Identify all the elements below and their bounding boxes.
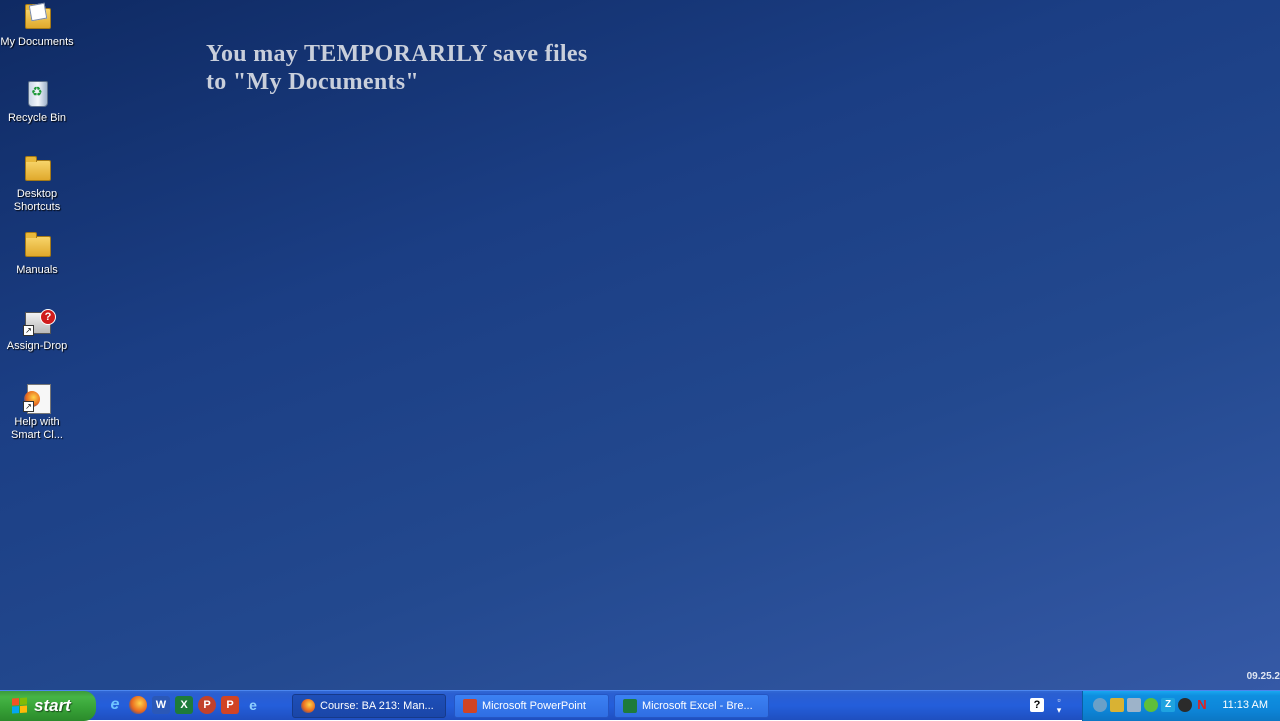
powerpoint-icon [463,699,477,713]
clock[interactable]: 11:13 AM [1222,699,1268,711]
start-label: start [34,696,71,715]
language-bar-icon[interactable]: ▫ ▾ [1052,695,1066,715]
network-icon[interactable] [1093,698,1107,712]
desktop-icon-assign-drop[interactable]: ↗ Assign-Drop [0,306,74,353]
folder-icon [21,154,53,186]
firefox-icon [301,699,315,713]
desktop: You may TEMPORARILY save files to "My Do… [0,0,1280,690]
n-app-icon[interactable]: N [1195,698,1209,712]
ie-icon[interactable]: e [244,696,262,714]
firefox-icon[interactable] [129,696,147,714]
desktop-icon-label: Assign-Drop [6,340,68,352]
date-stamp: 09.25.2 [1246,671,1280,682]
shortcut-arrow-icon: ↗ [23,325,34,336]
banner-line-1: You may TEMPORARILY save files [206,41,588,67]
desktop-icon-label: Smart Cl... [11,429,63,441]
z-app-icon[interactable]: Z [1161,698,1175,712]
task-label: Microsoft PowerPoint [482,700,586,712]
green-status-icon[interactable] [1144,698,1158,712]
desktop-icon-desktop-shortcuts[interactable]: Desktop Shortcuts [0,154,74,214]
system-tray: Z N 11:13 AM [1082,691,1280,721]
task-label: Microsoft Excel - Bre... [642,700,753,712]
desktop-icon-label: Manuals [16,264,58,276]
taskbar-button-excel[interactable]: Microsoft Excel - Bre... [614,694,769,718]
desktop-icon-manuals[interactable]: Manuals [0,230,74,277]
word-icon[interactable]: W [152,696,170,714]
desktop-icon-label: Shortcuts [13,201,61,213]
desktop-icon-label: Desktop [16,188,58,200]
task-label: Course: BA 213: Man... [320,700,434,712]
recycle-bin-icon [21,78,53,110]
firefox-document-icon: ↗ [21,382,53,414]
desktop-icon-label: My Documents [0,36,74,48]
taskbar: start e W X P P e Course: BA 213: Man...… [0,690,1280,721]
desktop-banner-text: You may TEMPORARILY save files to "My Do… [206,40,587,96]
windows-logo-icon [12,697,28,714]
taskbar-button-course-ba213[interactable]: Course: BA 213: Man... [292,694,446,718]
desktop-icon-help-smart-classroom[interactable]: ↗ Help with Smart Cl... [0,382,74,442]
excel-icon[interactable]: X [175,696,193,714]
tool-icon[interactable] [1127,698,1141,712]
speaker-icon[interactable] [1178,698,1192,712]
desktop-icon-recycle-bin[interactable]: Recycle Bin [0,78,74,125]
internet-explorer-icon[interactable]: e [106,696,124,714]
banner-line-2: to "My Documents" [206,69,420,95]
desktop-icon-my-documents[interactable]: My Documents [0,2,74,49]
publisher-icon[interactable]: P [198,696,216,714]
taskbar-button-powerpoint[interactable]: Microsoft PowerPoint [454,694,609,718]
powerpoint-icon[interactable]: P [221,696,239,714]
desktop-icon-label: Recycle Bin [7,112,67,124]
assign-drop-icon: ↗ [21,306,56,338]
my-documents-icon [21,2,53,34]
desktop-icon-label: Help with [14,416,60,428]
shortcut-arrow-icon: ↗ [23,401,34,412]
folder-icon [21,230,53,262]
quick-launch-bar: e W X P P e [106,696,262,716]
start-button[interactable]: start [0,691,96,721]
help-icon[interactable]: ? [1030,698,1044,712]
excel-icon [623,699,637,713]
security-shield-icon[interactable] [1110,698,1124,712]
